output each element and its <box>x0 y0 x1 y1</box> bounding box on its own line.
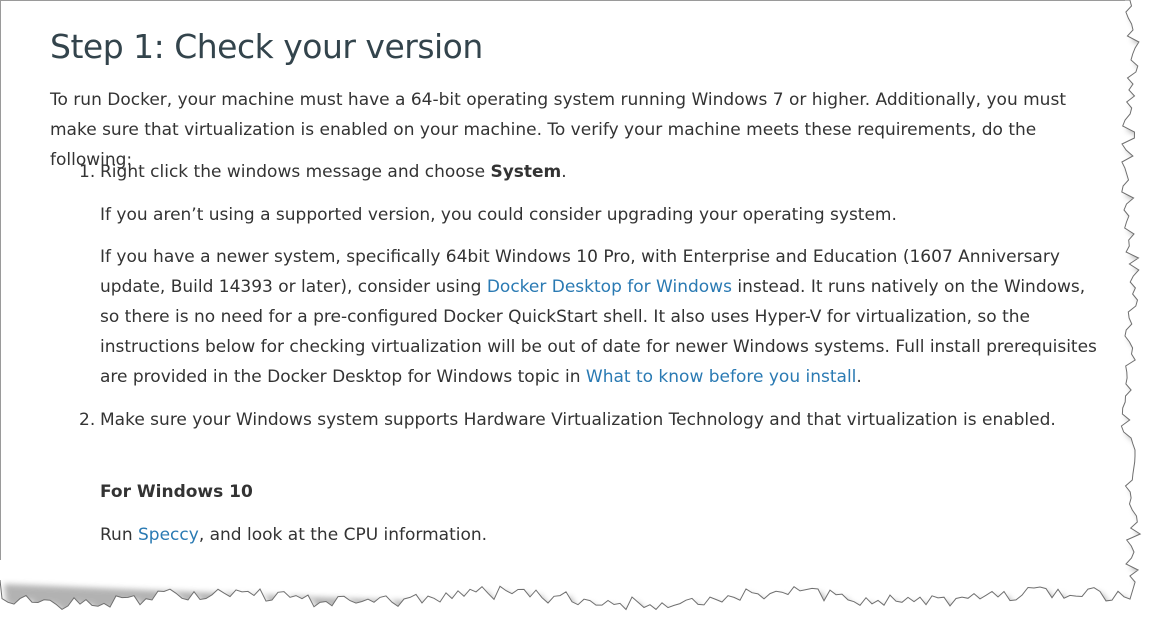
screenshot-stage: Step 1: Check your version To run Docker… <box>0 0 1175 633</box>
torn-edge-frame <box>0 0 1175 633</box>
